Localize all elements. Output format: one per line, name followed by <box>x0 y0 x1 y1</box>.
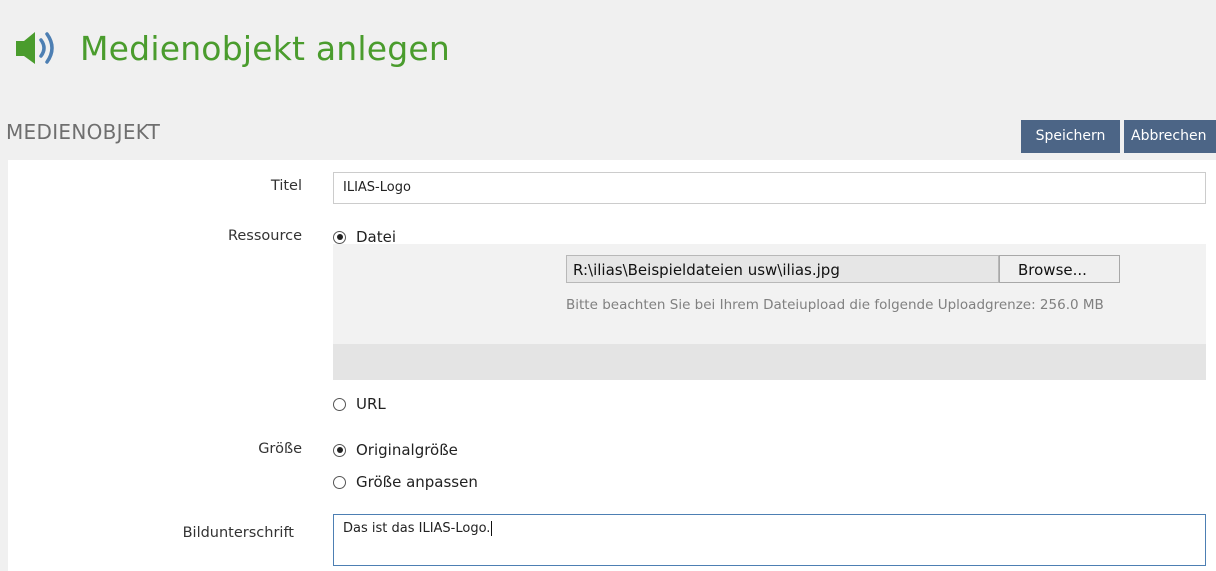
caption-label: Bildunterschrift <box>182 525 294 541</box>
cancel-button[interactable]: Abbrechen <box>1124 120 1216 153</box>
size-option-original-label: Originalgröße <box>356 441 458 459</box>
size-option-custom-label: Größe anpassen <box>356 473 478 491</box>
radio-original-size[interactable] <box>333 443 346 457</box>
radio-file[interactable] <box>333 230 346 244</box>
file-path-field[interactable]: R:\ilias\Beispieldateien usw\ilias.jpg <box>566 255 999 283</box>
radio-custom-size[interactable] <box>333 475 346 489</box>
size-option-custom[interactable]: Größe anpassen <box>333 473 478 491</box>
file-upload-panel: R:\ilias\Beispieldateien usw\ilias.jpg B… <box>333 244 1206 380</box>
resource-option-url[interactable]: URL <box>333 395 386 413</box>
file-upload-panel-footer <box>333 344 1206 380</box>
section-title: MEDIENOBJEKT <box>6 120 161 144</box>
resource-option-url-label: URL <box>356 395 386 413</box>
caption-text: Das ist das ILIAS-Logo. <box>343 521 491 536</box>
media-object-form: Titel ILIAS-Logo Ressource Datei R:\ilia… <box>8 160 1216 571</box>
upload-limit-note: Bitte beachten Sie bei Ihrem Dateiupload… <box>566 297 1104 313</box>
size-label: Größe <box>258 441 302 457</box>
save-button[interactable]: Speichern <box>1021 120 1120 153</box>
page-header: Medienobjekt anlegen <box>14 18 450 78</box>
title-label: Titel <box>270 178 302 194</box>
title-input[interactable]: ILIAS-Logo <box>333 172 1206 204</box>
browse-button[interactable]: Browse... <box>999 255 1120 283</box>
caption-textarea[interactable]: Das ist das ILIAS-Logo. <box>333 514 1206 566</box>
page: Medienobjekt anlegen MEDIENOBJEKT Speich… <box>0 0 1216 571</box>
page-title: Medienobjekt anlegen <box>80 28 451 68</box>
speaker-icon <box>16 32 54 64</box>
resource-label: Ressource <box>227 228 302 244</box>
text-cursor <box>491 521 493 536</box>
size-option-original[interactable]: Originalgröße <box>333 441 458 459</box>
radio-url[interactable] <box>333 397 346 411</box>
